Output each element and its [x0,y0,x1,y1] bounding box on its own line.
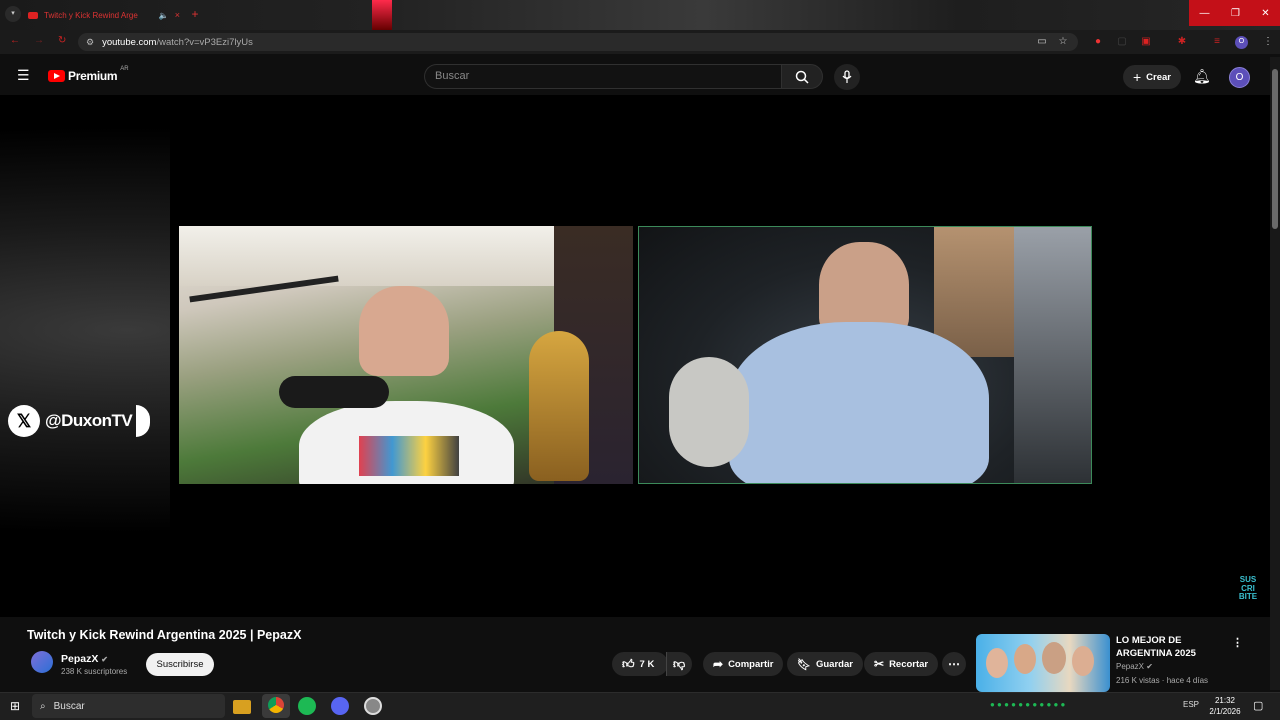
recommended-thumbnail[interactable] [976,634,1110,692]
url-host: youtube.com [102,36,157,48]
video-title: Twitch y Kick Rewind Argentina 2025 | Pe… [27,628,302,642]
minimize-button[interactable]: — [1189,0,1220,26]
clip-button[interactable]: ✂ Recortar [864,652,939,676]
recommended-title[interactable]: LO MEJOR DE ARGENTINA 2025 [1116,634,1236,660]
channel-name-text[interactable]: PepazX [61,653,98,665]
app-icon[interactable] [364,697,382,715]
search-input[interactable]: Buscar [424,64,781,89]
subscribe-overlay: SUS CRI BITE [1238,575,1258,601]
close-window-button[interactable]: ✕ [1251,0,1280,26]
youtube-play-logo-icon [48,70,65,82]
cast-icon[interactable]: ▭ [1036,36,1048,48]
reload-icon[interactable]: ↻ [58,35,66,46]
notifications-bell-icon[interactable]: 🔔︎ [1193,68,1211,85]
file-explorer-icon[interactable] [233,700,251,714]
account-avatar[interactable]: O [1229,67,1250,88]
chrome-icon [268,697,284,713]
discord-icon[interactable] [331,697,349,715]
create-label: Crear [1146,71,1171,83]
language-indicator[interactable]: ESP [1183,700,1199,709]
search-button[interactable] [781,64,823,89]
taskbar-clock[interactable]: 21:32 2/1/2026 [1200,695,1250,717]
thumbs-up-icon: 👍︎ [622,656,635,671]
dislike-button[interactable]: 👎︎ [666,652,692,676]
extension-red-icon[interactable]: ▣ [1140,36,1152,48]
voice-search-button[interactable] [834,64,860,90]
bookmark-icon: 🔖︎ [797,658,811,671]
left-webcam-feed [179,226,633,484]
scrollbar-thumb[interactable] [1272,69,1278,229]
tray-icons[interactable]: ● ● ● ● ● ● ● ● ● ● ● [990,700,1065,709]
taskbar-search[interactable]: ⌕ Buscar [32,694,225,718]
tab-close-icon[interactable]: × [175,10,180,20]
chrome-taskbar-button[interactable] [262,694,290,718]
create-button[interactable]: + Crear [1123,65,1181,89]
like-button[interactable]: 👍︎ 7 K [612,652,668,676]
share-arrow-icon: ➦ [713,657,724,671]
more-actions-button[interactable]: ⋯ [942,652,966,676]
notifications-icon[interactable]: ▢ [1253,699,1263,712]
share-label: Compartir [728,658,774,670]
recommended-meta: 216 K vistas · hace 4 días [1116,676,1209,685]
page-scrollbar[interactable] [1270,57,1280,690]
channel-avatar[interactable] [31,651,53,673]
new-tab-button[interactable]: + [188,7,202,21]
tab-search-icon[interactable]: ▾ [5,6,21,22]
like-count: 7 K [639,658,655,670]
media-control-icon[interactable]: ≡ [1211,36,1223,48]
speaker-icon[interactable]: 🔈 [159,11,169,20]
recommended-channel-text[interactable]: PepazX [1116,662,1144,671]
extensions-puzzle-icon[interactable]: ✱ [1176,36,1188,48]
tab-active[interactable]: Twitch y Kick Rewind Arge 🔈 × [28,3,180,27]
logo-region: AR [120,66,129,72]
restore-button[interactable]: ❐ [1220,0,1251,26]
back-arrow-icon[interactable]: ← [10,35,20,46]
channel-name[interactable]: PepazX ✔ [61,653,108,665]
plus-icon: + [1132,69,1142,85]
thumbs-down-icon: 👎︎ [673,656,686,671]
clock-time: 21:32 [1214,696,1236,705]
subscribe-button[interactable]: Suscribirse [146,653,214,676]
clock-date: 2/1/2026 [1209,707,1241,716]
channel-subscribers: 238 K suscriptores [61,667,128,676]
browser-menu-icon[interactable]: ⋮ [1262,36,1274,48]
recommended-channel[interactable]: PepazX ✔ [1116,662,1153,671]
bookmark-star-icon[interactable]: ☆ [1057,36,1069,48]
clip-label: Recortar [889,658,929,670]
profile-avatar-icon[interactable]: O [1235,36,1248,49]
save-button[interactable]: 🔖︎ Guardar [787,652,863,676]
logo-text: Premium [68,69,118,83]
url-path: /watch?v=vP3Ezi7lyUs [156,36,253,48]
save-label: Guardar [815,658,853,670]
verified-badge-icon: ✔ [1146,662,1153,671]
share-button[interactable]: ➦ Compartir [703,652,784,676]
hamburger-menu-icon[interactable]: ☰ [17,68,30,82]
address-bar[interactable]: ⚙ youtube.com/watch?v=vP3Ezi7lyUs [78,33,1078,51]
forward-arrow-icon[interactable]: → [34,35,44,46]
twitter-handle-overlay: 𝕏 @DuxonTV [8,404,155,438]
youtube-logo[interactable]: Premium AR [48,66,129,83]
extension-grey-icon[interactable]: ▢ [1116,36,1128,48]
wallpaper-accent [372,0,392,30]
x-logo-icon: 𝕏 [8,405,40,437]
verified-badge-icon: ✔ [101,655,108,664]
browser-tab-bar: ▾ Twitch y Kick Rewind Arge 🔈 × + — ❐ ✕ [0,0,1280,30]
search-icon [795,70,809,84]
spotify-icon[interactable] [298,697,316,715]
overlay-handle: @DuxonTV [45,411,133,430]
taskbar-search-placeholder: Buscar [53,700,85,712]
tab-title: Twitch y Kick Rewind Arge [44,10,138,20]
right-webcam-feed [638,226,1092,484]
recommended-menu-icon[interactable]: ⋮ [1232,636,1243,649]
windows-start-icon[interactable]: ⊞ [10,700,20,712]
site-info-icon[interactable]: ⚙ [86,37,94,48]
microphone-icon [842,70,852,83]
more-dots-icon: ⋯ [948,657,960,671]
taskbar-search-icon: ⌕ [40,700,46,712]
extension-shield-icon[interactable]: ● [1092,36,1104,48]
scissors-icon: ✂ [874,657,885,671]
youtube-favicon-icon [28,11,38,19]
